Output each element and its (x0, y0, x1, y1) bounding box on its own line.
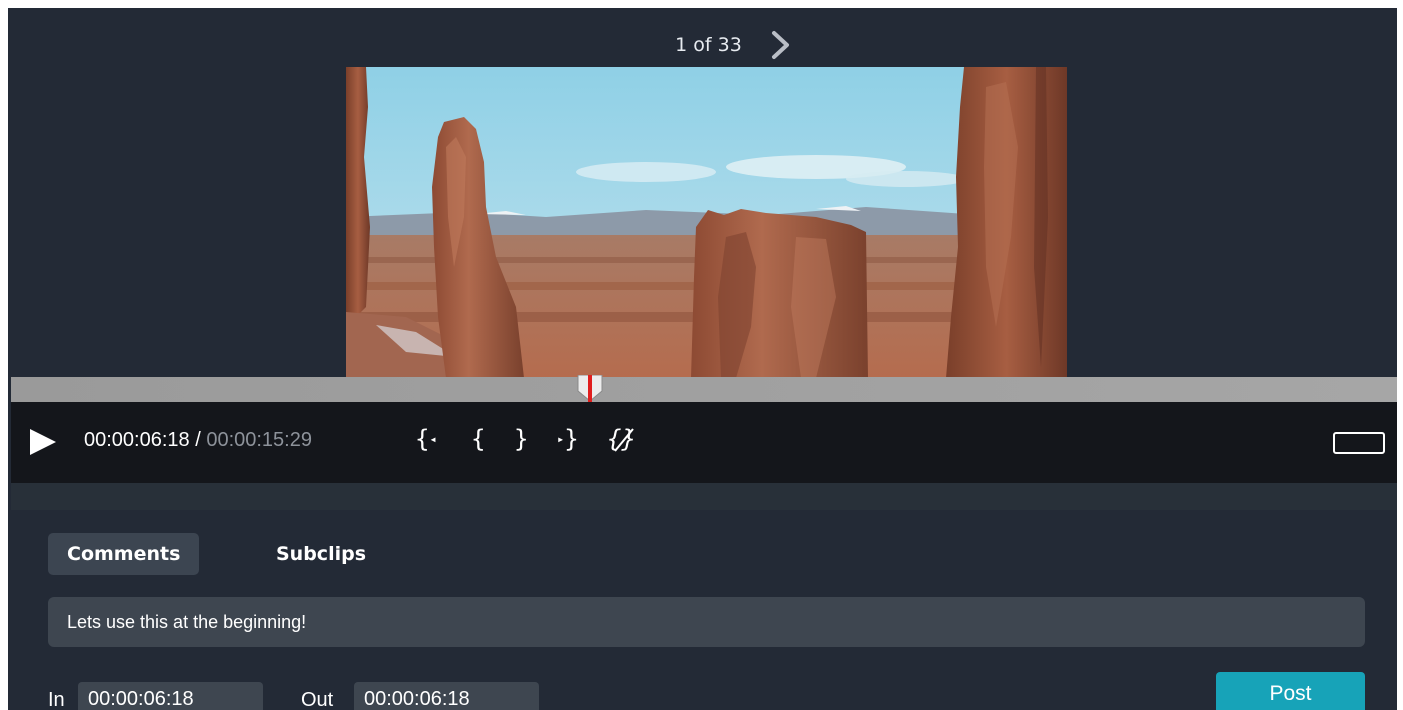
chevron-right-icon[interactable] (768, 30, 794, 60)
timecode-display: 00:00:06:18 / 00:00:15:29 (84, 429, 312, 452)
comment-input[interactable]: Lets use this at the beginning! (48, 597, 1365, 647)
go-to-out-icon: ▸ (557, 432, 565, 446)
time-separator: / (189, 429, 207, 451)
review-panel: Comments Subclips Lets use this at the b… (11, 483, 1397, 710)
mark-out-brace: } (514, 425, 529, 453)
out-timecode-field[interactable]: 00:00:06:18 (354, 682, 539, 710)
tab-comments[interactable]: Comments (48, 533, 200, 575)
clear-marks-button[interactable]: {} (607, 421, 636, 457)
post-button[interactable]: Post (1216, 672, 1365, 710)
in-timecode-field[interactable]: 00:00:06:18 (78, 682, 263, 710)
mark-in-brace: { (471, 425, 486, 453)
mark-out-button[interactable]: } (514, 421, 528, 457)
pager-count: 1 of 33 (675, 34, 742, 56)
current-time: 00:00:06:18 (84, 429, 190, 451)
timeline-scrubber[interactable] (11, 375, 1397, 402)
player-control-bar: 00:00:06:18 / 00:00:15:29 {◂ { } ▸} {} (11, 402, 1397, 483)
pager: 1 of 33 (8, 30, 1397, 60)
video-image (346, 67, 1067, 378)
go-to-in-icon: ◂ (429, 432, 437, 446)
go-to-in-brace: { (415, 425, 430, 453)
panel-divider (11, 483, 1397, 510)
strike-icon (614, 428, 634, 452)
video-frame[interactable] (346, 67, 1067, 378)
fullscreen-icon[interactable] (1333, 432, 1385, 454)
mark-in-button[interactable]: { (471, 421, 485, 457)
in-label: In (48, 689, 65, 710)
video-review-app: 1 of 33 00:00:06:18 / 00:00:15:29 {◂ {… (8, 8, 1397, 710)
go-to-in-button[interactable]: {◂ (415, 421, 437, 457)
out-label: Out (301, 689, 334, 710)
go-to-out-brace: } (564, 425, 579, 453)
total-time: 00:00:15:29 (206, 429, 312, 451)
go-to-out-button[interactable]: ▸} (557, 421, 579, 457)
playhead-handle[interactable] (575, 375, 605, 402)
tab-subclips[interactable]: Subclips (257, 533, 385, 575)
play-icon[interactable] (28, 427, 58, 457)
